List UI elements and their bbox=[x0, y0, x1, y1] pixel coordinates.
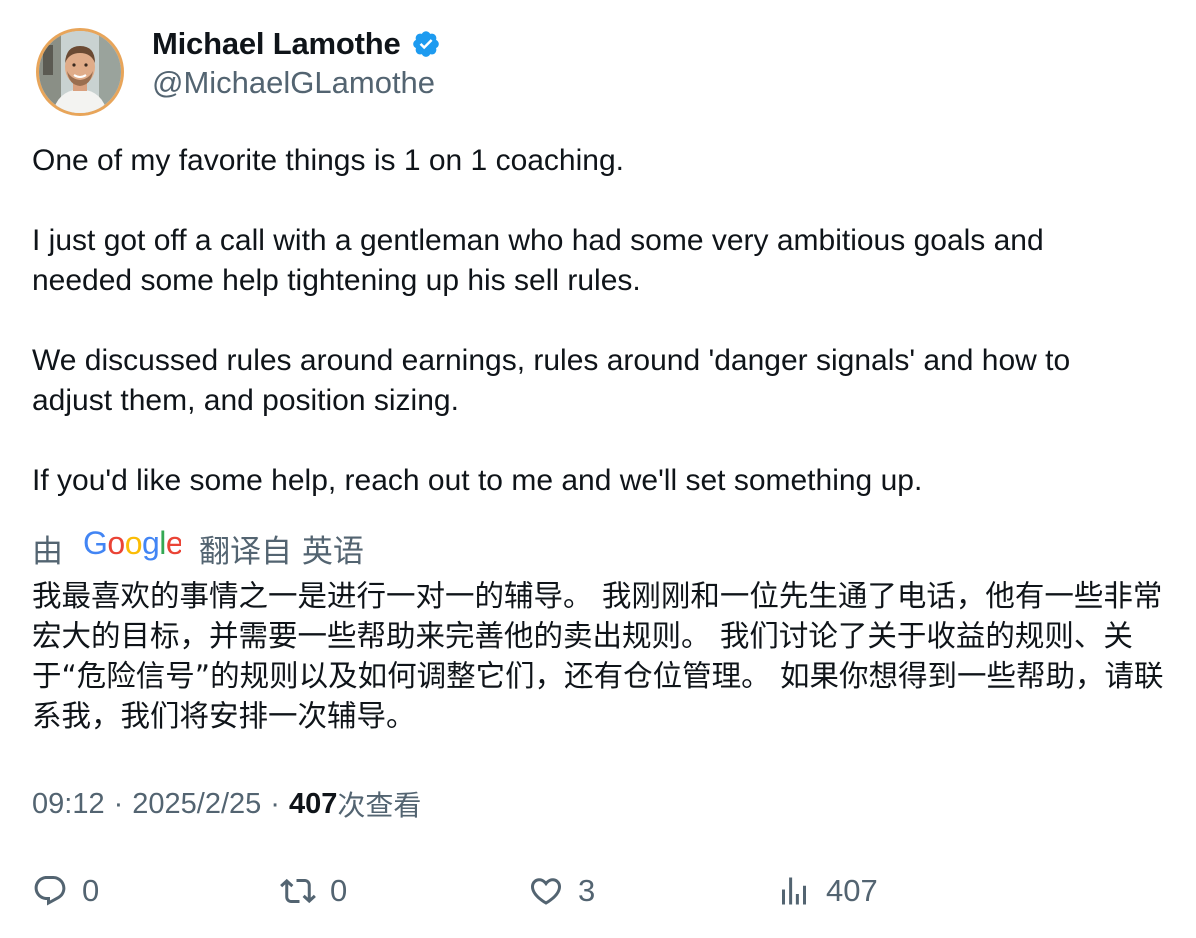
retweet-icon bbox=[280, 878, 316, 904]
translated-by-prefix: 由 bbox=[32, 533, 63, 570]
meta-separator: · bbox=[113, 787, 124, 820]
tweet-paragraph: If you'd like some help, reach out to me… bbox=[32, 464, 923, 497]
heart-icon bbox=[530, 878, 562, 905]
avatar-photo-icon bbox=[39, 31, 121, 113]
avatar[interactable] bbox=[36, 28, 124, 116]
views-count: 407 bbox=[288, 787, 338, 820]
action-bar: 0 0 3 407 bbox=[0, 866, 1196, 916]
tweet-paragraph: We discussed rules around earnings, rule… bbox=[32, 344, 1071, 377]
tweet-date[interactable]: 2025/2/25 bbox=[132, 788, 261, 821]
verified-badge-icon[interactable] bbox=[411, 29, 441, 59]
author-handle[interactable]: @MichaelGLamothe bbox=[152, 65, 441, 101]
svg-text:Google: Google bbox=[83, 526, 181, 561]
views-button[interactable]: 407 bbox=[776, 866, 878, 916]
retweet-button[interactable]: 0 bbox=[280, 866, 347, 916]
tweet-text: One of my favorite things is 1 on 1 coac… bbox=[32, 141, 1172, 501]
tweet-header: Michael Lamothe @MichaelGLamothe bbox=[36, 26, 441, 118]
tweet-card: Michael Lamothe @MichaelGLamothe One of … bbox=[0, 0, 1196, 938]
reply-button[interactable]: 0 bbox=[32, 866, 99, 916]
analytics-icon bbox=[782, 877, 806, 905]
translated-text: 我最喜欢的事情之一是进行一对一的辅导。 我刚刚和一位先生通了电话，他有一些非常宏… bbox=[32, 579, 1164, 733]
tweet-paragraph: I just got off a call with a gentleman w… bbox=[32, 224, 1044, 257]
name-row: Michael Lamothe bbox=[152, 24, 441, 64]
translated-by-suffix: 翻译自 英语 bbox=[199, 533, 364, 570]
google-logo-icon: Google bbox=[83, 525, 184, 570]
tweet-paragraph: One of my favorite things is 1 on 1 coac… bbox=[32, 144, 624, 177]
translated-by-line[interactable]: 由 Google 翻译自 英语 bbox=[32, 525, 364, 570]
like-count: 3 bbox=[578, 873, 596, 908]
views-action-count: 407 bbox=[826, 873, 878, 908]
tweet-meta: 09:12 · 2025/2/25 · 407 次查看 bbox=[32, 784, 421, 824]
retweet-count: 0 bbox=[330, 873, 348, 908]
reply-count: 0 bbox=[82, 873, 100, 908]
meta-separator: · bbox=[270, 787, 280, 820]
views-label: 次查看 bbox=[337, 789, 422, 822]
tweet-paragraph: needed some help tightening up his sell … bbox=[32, 264, 641, 297]
tweet-time[interactable]: 09:12 bbox=[32, 788, 105, 821]
like-button[interactable]: 3 bbox=[528, 866, 595, 916]
tweet-paragraph: adjust them, and position sizing. bbox=[32, 384, 459, 417]
author-display-name[interactable]: Michael Lamothe bbox=[152, 26, 401, 62]
reply-icon bbox=[34, 876, 66, 906]
author-names: Michael Lamothe @MichaelGLamothe bbox=[152, 24, 441, 101]
